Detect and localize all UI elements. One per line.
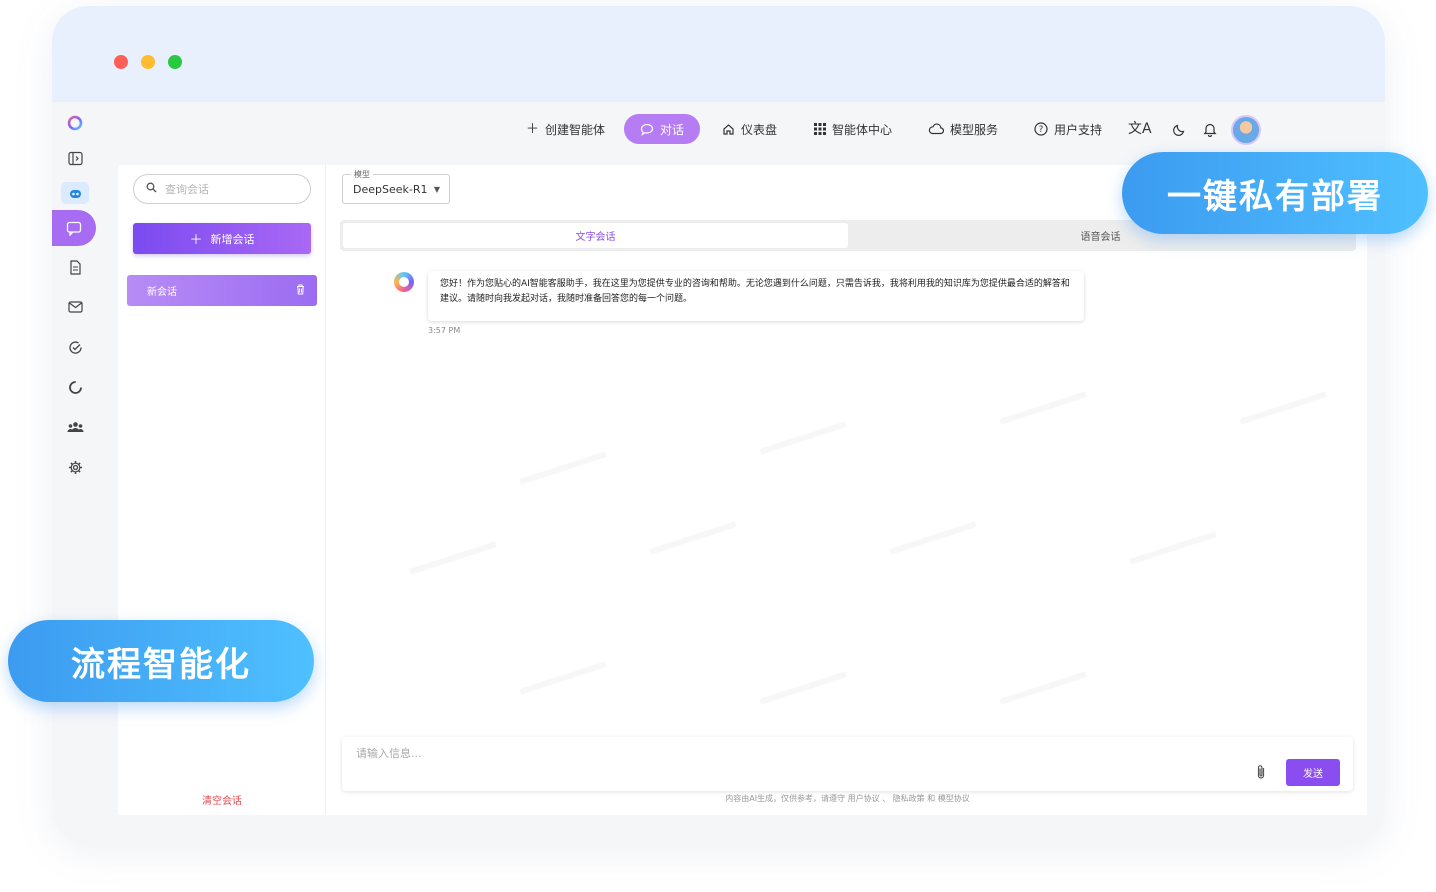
translate-icon: 文A [1128,121,1152,137]
robot-icon[interactable] [61,182,89,204]
nav-user-support-label: 用户支持 [1054,122,1103,137]
private-deploy-badge: 一键私有部署 [1122,152,1428,234]
nav-model-service[interactable]: 模型服务 [928,114,998,144]
ai-disclaimer: 内容由AI生成，仅供参考，请遵守 用户协议 、 隐私政策 和 模型协议 [725,794,970,803]
nav-agent-center[interactable]: 智能体中心 [814,114,892,144]
grid-icon [814,123,826,135]
conversation-search[interactable] [133,174,311,204]
minimize-window-button[interactable] [141,55,155,69]
watermark [1239,391,1326,425]
chat-bubble-icon [640,123,654,136]
home-icon [722,123,735,136]
watermark [649,521,736,555]
chat-workspace: ＋ 新增会话 新会话 清空会话 模型 DeepSeek-R1 ▼ 文字会话 语音 [118,165,1367,815]
check-circle-icon[interactable] [65,337,85,357]
caret-down-icon: ▼ [433,185,440,194]
plus-icon: ＋ [526,121,540,137]
nav-chat-label: 对话 [660,122,685,137]
bell-icon [1203,122,1217,137]
conversation-panel: ＋ 新增会话 新会话 清空会话 [118,165,326,815]
assistant-avatar [394,272,414,292]
message-composer: 发送 [342,737,1353,791]
tab-text-chat[interactable]: 文字会话 [343,223,848,248]
window-titlebar [52,6,1385,102]
conversation-list-item[interactable]: 新会话 [127,275,317,306]
trash-icon[interactable] [296,284,305,298]
assistant-message: 您好！作为您贴心的AI智能客服助手，我在这里为您提供专业的咨询和帮助。无论您遇到… [428,271,1084,321]
settings-gear-icon[interactable] [65,457,85,477]
team-icon[interactable] [65,417,85,437]
message-input[interactable] [356,745,1236,781]
workflow-badge: 流程智能化 [8,620,314,702]
message-timestamp: 3:57 PM [428,326,461,335]
search-input[interactable] [165,182,285,196]
dark-mode-toggle[interactable] [1173,114,1187,144]
user-avatar[interactable] [1231,115,1261,145]
watermark [519,661,606,695]
maximize-window-button[interactable] [168,55,182,69]
plus-icon: ＋ [189,233,203,248]
watermark [999,391,1086,425]
notifications-button[interactable] [1203,114,1217,144]
nav-dashboard[interactable]: 仪表盘 [722,114,777,144]
moon-icon [1173,122,1187,136]
search-icon [146,182,157,196]
paperclip-icon[interactable] [1256,764,1266,784]
nav-model-service-label: 模型服务 [950,122,999,137]
watermark [519,451,606,485]
close-window-button[interactable] [114,55,128,69]
app-logo-icon[interactable] [65,113,85,133]
model-select-value: DeepSeek-R1 [353,183,428,196]
send-button[interactable]: 发送 [1286,759,1340,786]
nav-create-agent-label: 创建智能体 [545,122,606,137]
promo-stage: ＋ 创建智能体 对话 仪表盘 智能体中心 模型服务 ? 用户支持 文A 查询会话… [0,0,1436,892]
document-icon[interactable] [65,257,85,277]
conversation-title: 新会话 [147,287,177,298]
mail-icon[interactable] [65,297,85,317]
watermark [999,671,1086,705]
model-select[interactable]: 模型 DeepSeek-R1 ▼ [342,169,450,204]
nav-chat[interactable]: 对话 [624,114,701,144]
nav-dashboard-label: 仪表盘 [741,122,778,137]
cloud-icon [928,123,944,135]
svg-text:?: ? [1039,125,1044,135]
loading-ring-icon[interactable] [65,377,85,397]
nav-user-support[interactable]: ? 用户支持 [1034,114,1102,144]
nav-create-agent[interactable]: ＋ 创建智能体 [526,114,605,144]
chat-nav-icon[interactable] [52,210,96,246]
model-select-label: 模型 [351,169,373,180]
new-conversation-label: 新增会话 [210,232,255,246]
watermark [759,671,846,705]
app-window: ＋ 创建智能体 对话 仪表盘 智能体中心 模型服务 ? 用户支持 文A 查询会话… [52,6,1385,844]
collapse-sidebar-icon[interactable] [65,148,85,168]
watermark [759,421,846,455]
nav-agent-center-label: 智能体中心 [832,122,893,137]
watermark [1129,531,1216,565]
new-conversation-button[interactable]: ＋ 新增会话 [133,223,311,254]
watermark [889,521,976,555]
help-circle-icon: ? [1034,122,1048,136]
clear-conversations-button[interactable]: 清空会话 [118,792,326,807]
translate-button[interactable]: 文A [1128,114,1152,144]
watermark [409,541,496,575]
